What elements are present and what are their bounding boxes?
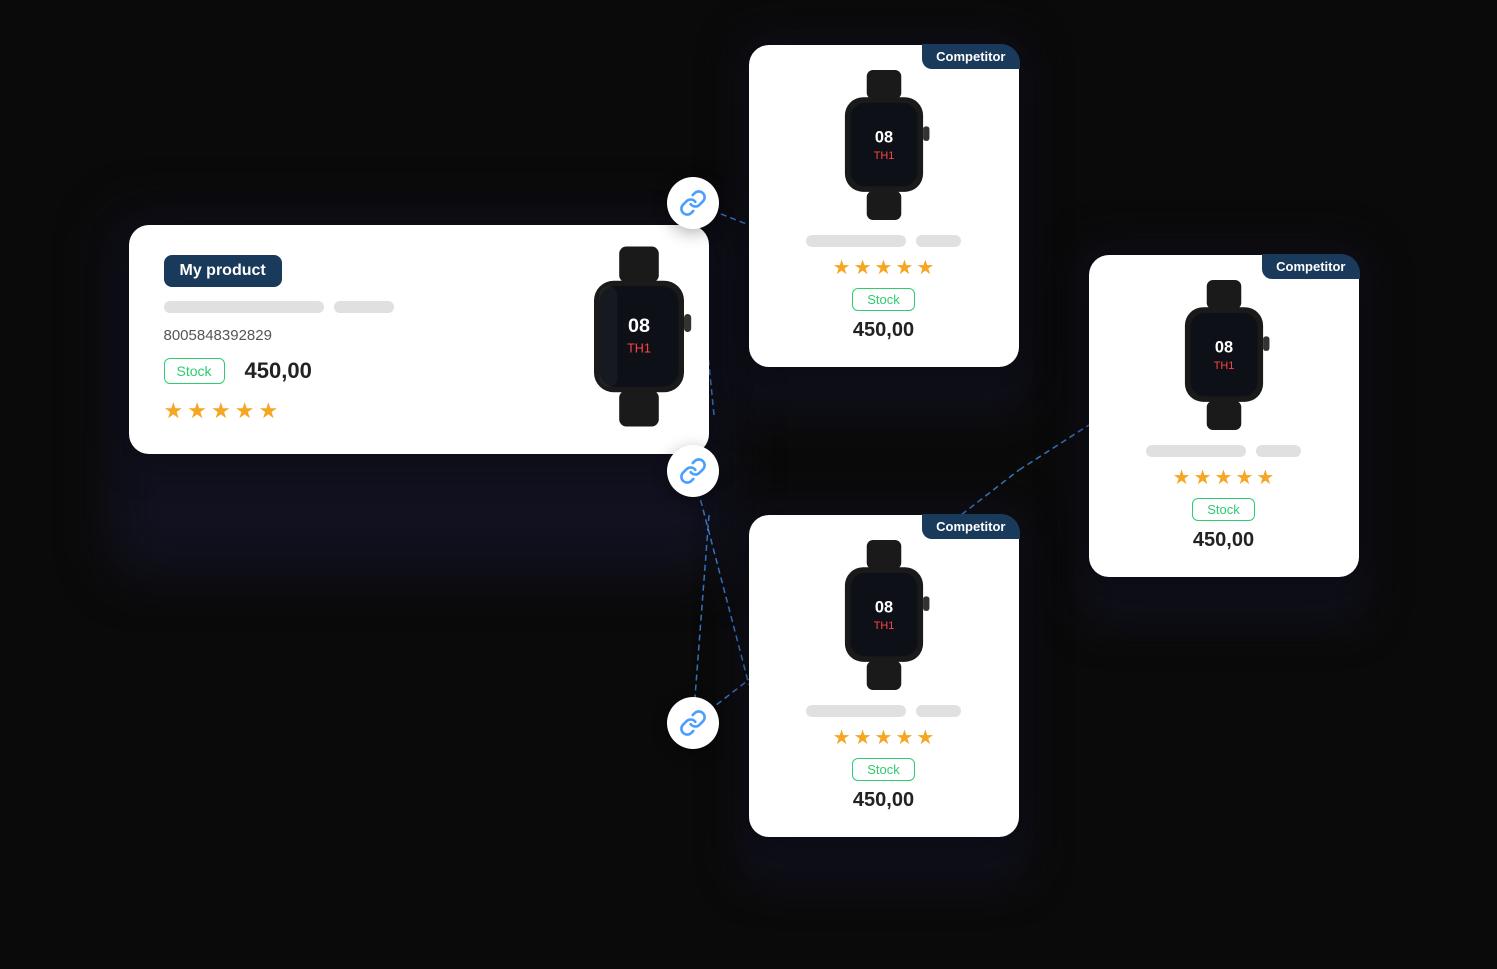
placeholder-bar-short bbox=[334, 301, 394, 313]
comp1-stars: ★ ★ ★ ★ ★ bbox=[774, 255, 994, 280]
competitor-badge-1: Competitor bbox=[922, 44, 1019, 69]
competitor-card-2: Competitor 08 TH1 ★ ★ ★ ★ ★ bbox=[749, 515, 1019, 837]
svg-text:TH1: TH1 bbox=[1213, 360, 1234, 372]
link-icon-1[interactable] bbox=[667, 177, 719, 229]
comp3-placeholder-row bbox=[1114, 445, 1334, 457]
comp1-bar-short bbox=[916, 235, 961, 247]
comp-card-2-content: 08 TH1 ★ ★ ★ ★ ★ Stock 450,00 bbox=[774, 540, 994, 812]
comp2-stock-badge: Stock bbox=[774, 758, 994, 789]
competitor-badge-3: Competitor bbox=[1262, 254, 1359, 279]
stock-badge: Stock bbox=[164, 358, 225, 384]
star-5-half: ★ bbox=[258, 398, 278, 424]
comp-card-3-content: 08 TH1 ★ ★ ★ ★ ★ Stock 450,00 bbox=[1114, 280, 1334, 552]
my-product-card: My product 8005848392829 Stock 450,00 ★ … bbox=[129, 225, 709, 454]
price: 450,00 bbox=[245, 358, 312, 384]
star-2: ★ bbox=[187, 398, 207, 424]
star-4: ★ bbox=[235, 398, 255, 424]
link-icon-3[interactable] bbox=[667, 697, 719, 749]
svg-text:TH1: TH1 bbox=[627, 342, 651, 356]
svg-text:TH1: TH1 bbox=[873, 150, 894, 162]
star-3: ★ bbox=[211, 398, 231, 424]
competitor-badge-2: Competitor bbox=[922, 514, 1019, 539]
my-product-badge: My product bbox=[164, 255, 282, 287]
svg-text:08: 08 bbox=[1214, 338, 1232, 356]
watch-image: 08 TH1 bbox=[559, 247, 719, 432]
svg-text:08: 08 bbox=[874, 598, 892, 616]
comp3-price: 450,00 bbox=[1114, 529, 1334, 552]
comp2-placeholder-row bbox=[774, 705, 994, 717]
svg-text:TH1: TH1 bbox=[873, 620, 894, 632]
link-icon-2[interactable] bbox=[667, 445, 719, 497]
comp3-stock-badge: Stock bbox=[1114, 498, 1334, 529]
placeholder-bar-long bbox=[164, 301, 324, 313]
comp3-stars: ★ ★ ★ ★ ★ bbox=[1114, 465, 1334, 490]
comp2-price: 450,00 bbox=[774, 789, 994, 812]
comp1-price: 450,00 bbox=[774, 319, 994, 342]
svg-text:08: 08 bbox=[627, 315, 649, 337]
comp1-placeholder-row bbox=[774, 235, 994, 247]
comp2-stars: ★ ★ ★ ★ ★ bbox=[774, 725, 994, 750]
comp1-stock-badge: Stock bbox=[774, 288, 994, 319]
competitor-card-3: Competitor 08 TH1 ★ ★ ★ ★ ★ bbox=[1089, 255, 1359, 577]
competitor-card-1: Competitor 08 TH1 ★ ★ ★ ★ ★ bbox=[749, 45, 1019, 367]
svg-text:08: 08 bbox=[874, 128, 892, 146]
comp1-bar-long bbox=[806, 235, 906, 247]
comp-card-1-content: 08 TH1 ★ ★ ★ ★ ★ Stock 450,00 bbox=[774, 70, 994, 342]
star-1: ★ bbox=[164, 398, 184, 424]
